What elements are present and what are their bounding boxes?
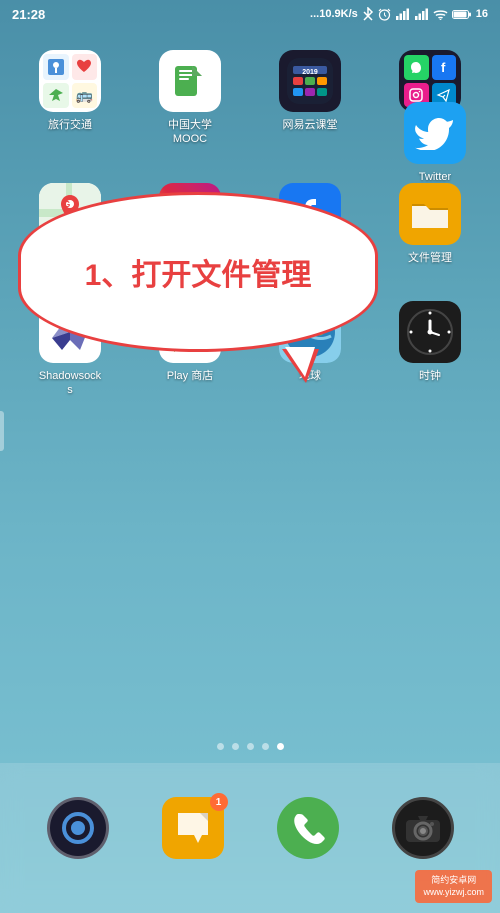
camera-icon bbox=[404, 812, 442, 844]
battery-icon bbox=[452, 9, 472, 20]
dot-1[interactable] bbox=[217, 743, 224, 750]
app-twitter[interactable]: Twitter bbox=[380, 92, 490, 194]
svg-text:G: G bbox=[64, 200, 70, 209]
phone-icon bbox=[290, 810, 326, 846]
fb-mini-icon: f bbox=[436, 59, 452, 75]
app-travel[interactable]: 🚌 旅行交通 bbox=[10, 40, 130, 157]
app-netease-label: 网易云课堂 bbox=[283, 118, 338, 132]
dock-camera[interactable] bbox=[392, 797, 454, 859]
app-twitter-label: Twitter bbox=[419, 170, 451, 184]
signal2-icon bbox=[414, 8, 429, 20]
wifi-icon bbox=[433, 9, 448, 20]
app-shadowsocks-label: Shadowsocks bbox=[39, 369, 101, 398]
dot-2[interactable] bbox=[232, 743, 239, 750]
dock-phone[interactable] bbox=[277, 797, 339, 859]
dock-circle-app[interactable] bbox=[47, 797, 109, 859]
dot-5-active[interactable] bbox=[277, 743, 284, 750]
whatsapp-icon bbox=[408, 59, 424, 75]
annotation-text: 1、打开文件管理 bbox=[75, 240, 322, 304]
app-clock[interactable]: 时钟 bbox=[370, 291, 490, 408]
battery-level: 16 bbox=[476, 8, 488, 20]
alarm-icon bbox=[378, 8, 391, 21]
netease-icon: 2019 bbox=[287, 58, 333, 104]
status-bar: 21:28 ...10.9K/s bbox=[0, 0, 500, 28]
watermark-line2: www.yizwj.com bbox=[423, 886, 484, 899]
watermark-line1: 简约安卓网 bbox=[423, 874, 484, 887]
side-indicator bbox=[0, 411, 4, 451]
app-playstore-label: Play 商店 bbox=[167, 369, 213, 383]
dot-3[interactable] bbox=[247, 743, 254, 750]
bluetooth-icon bbox=[362, 7, 374, 21]
circle-app-icon bbox=[60, 810, 96, 846]
filemanager-icon bbox=[410, 196, 450, 232]
network-speed: ...10.9K/s bbox=[310, 8, 358, 20]
app-netease[interactable]: 2019 网易云课堂 bbox=[250, 40, 370, 157]
travel-plane-icon bbox=[46, 85, 66, 105]
messages-icon bbox=[174, 809, 212, 847]
clock-icon bbox=[405, 307, 455, 357]
app-university[interactable]: 中国大学MOOC bbox=[130, 40, 250, 157]
annotation-bubble: 1、打开文件管理 bbox=[18, 192, 378, 352]
watermark: 简约安卓网 www.yizwj.com bbox=[415, 870, 492, 903]
messages-badge: 1 bbox=[210, 793, 228, 811]
status-right: ...10.9K/s bbox=[310, 7, 488, 21]
app-travel-label: 旅行交通 bbox=[48, 118, 92, 132]
signal1-icon bbox=[395, 8, 410, 20]
app-filemanager-label: 文件管理 bbox=[408, 251, 452, 265]
dock-messages[interactable]: 1 bbox=[162, 797, 224, 859]
svg-text:2019: 2019 bbox=[302, 69, 318, 76]
travel-heart-icon bbox=[74, 57, 94, 77]
page-dots bbox=[0, 735, 500, 758]
status-time: 21:28 bbox=[12, 7, 45, 22]
travel-map-icon bbox=[46, 57, 66, 77]
svg-text:f: f bbox=[441, 60, 446, 75]
dot-4[interactable] bbox=[262, 743, 269, 750]
university-icon bbox=[167, 58, 213, 104]
app-clock-label: 时钟 bbox=[419, 369, 441, 383]
app-university-label: 中国大学MOOC bbox=[168, 118, 212, 147]
twitter-bird-icon bbox=[415, 116, 455, 150]
